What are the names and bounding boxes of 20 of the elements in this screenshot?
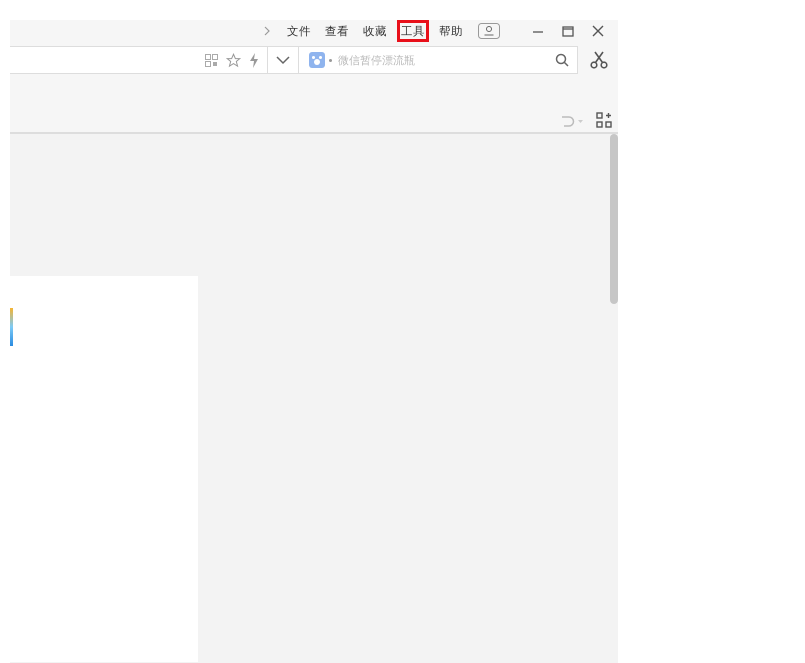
address-bar[interactable]: 微信暂停漂流瓶 <box>10 46 578 74</box>
paw-icon <box>309 52 325 68</box>
maximize-icon[interactable] <box>562 25 574 37</box>
menu-item[interactable]: 查看 <box>321 20 353 42</box>
menu-item[interactable]: 收藏 <box>359 20 391 42</box>
dot-icon <box>329 58 332 62</box>
star-icon[interactable] <box>226 52 241 68</box>
menu-item[interactable]: 帮助 <box>435 20 467 42</box>
menu-item[interactable]: 工具 <box>397 20 429 42</box>
chevron-icon[interactable] <box>264 26 270 36</box>
menu-item[interactable]: 文件 <box>283 20 315 42</box>
chevron-down-icon[interactable] <box>276 55 290 65</box>
search-field[interactable]: 微信暂停漂流瓶 <box>336 52 551 68</box>
lightning-icon[interactable] <box>249 52 259 68</box>
close-icon[interactable] <box>592 25 604 37</box>
search-icon[interactable] <box>555 53 569 67</box>
user-icon[interactable] <box>478 23 500 39</box>
apps-icon[interactable] <box>596 112 612 128</box>
tile-icon <box>10 308 13 346</box>
scissors-icon[interactable] <box>590 51 608 69</box>
